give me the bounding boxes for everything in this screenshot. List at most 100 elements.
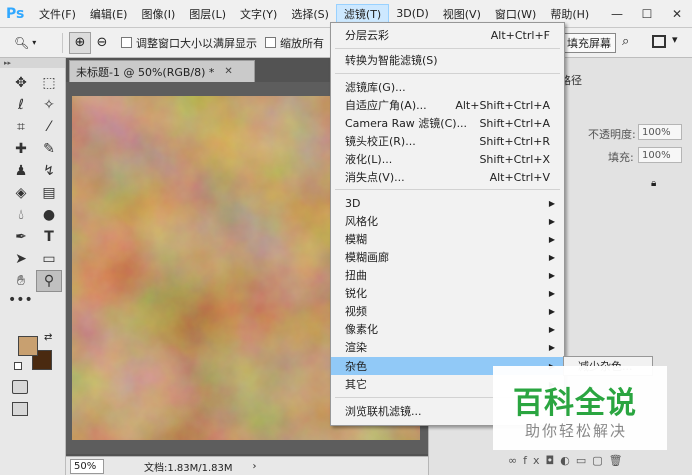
watermark-subtitle: 助你轻松解决 — [525, 422, 628, 440]
foreground-color-swatch[interactable] — [18, 336, 38, 356]
shape-tool-icon[interactable]: ▭ — [36, 248, 62, 270]
quick-mask-icon[interactable] — [12, 380, 28, 394]
menu-layer[interactable]: 图层(L) — [182, 4, 233, 24]
eraser-tool-icon[interactable]: ◈ — [8, 182, 34, 204]
dodge-tool-icon[interactable]: ● — [36, 204, 62, 226]
chevron-down-icon: ▾ — [32, 38, 37, 47]
menu-item-vanishing-point[interactable]: 消失点(V)... Alt+Ctrl+V — [331, 168, 564, 186]
type-tool-icon[interactable]: T — [36, 226, 62, 248]
zoom-icon: 🔍︎ — [14, 35, 30, 50]
gradient-tool-icon[interactable]: ▤ — [36, 182, 62, 204]
menu-item-render[interactable]: 渲染 ▶ — [331, 338, 564, 356]
healing-brush-tool-icon[interactable]: ✚ — [8, 138, 34, 160]
layers-panel-buttons[interactable]: ∞fx◘◐▭▢🗑︎ — [508, 454, 629, 467]
menu-item-lens-correction[interactable]: 镜头校正(R)... Shift+Ctrl+R — [331, 132, 564, 150]
zoom-all-label: 缩放所有 — [280, 36, 324, 50]
menu-item-camera-raw[interactable]: Camera Raw 滤镜(C)... Shift+Ctrl+A — [331, 114, 564, 132]
menu-separator — [335, 48, 560, 49]
menu-3d[interactable]: 3D(D) — [389, 4, 436, 24]
submenu-arrow-icon: ▶ — [548, 288, 555, 298]
zoom-level-field[interactable]: 50% — [70, 458, 104, 474]
watermark-title: 百科全说 — [513, 386, 637, 421]
menu-filter[interactable]: 滤镜(T) — [335, 3, 390, 24]
minimize-icon[interactable]: — — [602, 0, 632, 28]
opacity-field[interactable]: 100% — [638, 124, 682, 140]
tool-preset-picker[interactable]: 🔍︎ ▾ — [14, 32, 56, 54]
tools-panel-header[interactable]: ▸▸ — [0, 58, 65, 68]
close-icon[interactable]: ✕ — [224, 66, 232, 77]
clone-stamp-tool-icon[interactable]: ♟ — [8, 160, 34, 182]
menu-item-stylize[interactable]: 风格化 ▶ — [331, 212, 564, 230]
menu-item-blur[interactable]: 模糊 ▶ — [331, 230, 564, 248]
divider — [62, 32, 63, 53]
move-tool-icon[interactable]: ✥ — [8, 72, 34, 94]
opacity-label: 不透明度: — [588, 128, 636, 141]
menu-separator — [335, 189, 560, 190]
tools-panel: ▸▸ ✥ ⬚ ℓ ✧ ⌗ ⁄ ✚ ✎ ♟ ↯ ◈ ▤ 💧︎ ● ✒ T ➤ ▭ … — [0, 58, 66, 475]
menu-item-3d[interactable]: 3D ▶ — [331, 194, 564, 212]
blur-tool-icon[interactable]: 💧︎ — [8, 204, 34, 226]
status-bar: 50% 文档:1.83M/1.83M › — [66, 456, 438, 475]
zoom-out-button[interactable]: ⊖ — [91, 32, 113, 54]
submenu-arrow-icon: ▶ — [548, 216, 555, 226]
maximize-icon[interactable]: ☐ — [632, 0, 662, 28]
menu-file[interactable]: 文件(F) — [32, 4, 83, 24]
marquee-tool-icon[interactable]: ⬚ — [36, 72, 62, 94]
workspace-icon[interactable] — [652, 35, 666, 48]
magic-wand-tool-icon[interactable]: ✧ — [36, 94, 62, 116]
menu-item-pixelate[interactable]: 像素化 ▶ — [331, 320, 564, 338]
menu-window[interactable]: 窗口(W) — [488, 4, 543, 24]
menu-item-sharpen[interactable]: 锐化 ▶ — [331, 284, 564, 302]
zoom-all-checkbox[interactable] — [265, 37, 276, 48]
menu-item-liquify[interactable]: 液化(L)... Shift+Ctrl+X — [331, 150, 564, 168]
crop-tool-icon[interactable]: ⌗ — [8, 116, 34, 138]
menu-item-filter-gallery[interactable]: 滤镜库(G)... — [331, 78, 564, 96]
zoom-tool-icon[interactable]: ⚲ — [36, 270, 62, 292]
menu-item-video[interactable]: 视频 ▶ — [331, 302, 564, 320]
menu-help[interactable]: 帮助(H) — [543, 4, 596, 24]
hand-tool-icon[interactable]: ✋︎ — [8, 270, 34, 292]
menu-item-distort[interactable]: 扭曲 ▶ — [331, 266, 564, 284]
path-selection-tool-icon[interactable]: ➤ — [8, 248, 34, 270]
resize-window-checkbox[interactable] — [121, 37, 132, 48]
menu-item-clouds[interactable]: 分层云彩 Alt+Ctrl+F — [331, 26, 564, 44]
screen-mode-icon[interactable] — [12, 402, 28, 416]
photoshop-logo: Ps — [6, 5, 25, 22]
fill-screen-button[interactable]: 填充屏幕 — [562, 33, 616, 53]
menu-item-convert-smart-filter[interactable]: 转换为智能滤镜(S) — [331, 51, 564, 69]
default-colors-icon[interactable] — [14, 362, 22, 370]
submenu-arrow-icon: ▶ — [548, 270, 555, 280]
menu-view[interactable]: 视图(V) — [436, 4, 488, 24]
document-tab[interactable]: 未标题-1 @ 50%(RGB/8) * ✕ — [69, 60, 255, 82]
window-controls: — ☐ ✕ — [602, 0, 692, 28]
history-brush-tool-icon[interactable]: ↯ — [36, 160, 62, 182]
chevron-right-icon[interactable]: › — [253, 461, 257, 472]
submenu-arrow-icon: ▶ — [548, 324, 555, 334]
submenu-arrow-icon: ▶ — [548, 306, 555, 316]
menu-type[interactable]: 文字(Y) — [233, 4, 284, 24]
eyedropper-tool-icon[interactable]: ⁄ — [36, 116, 62, 138]
resize-window-label: 调整窗口大小以满屏显示 — [136, 36, 257, 50]
more-tools-icon[interactable]: ••• — [8, 292, 34, 310]
menu-item-blur-gallery[interactable]: 模糊画廊 ▶ — [331, 248, 564, 266]
menu-select[interactable]: 选择(S) — [284, 4, 336, 24]
fill-field[interactable]: 100% — [638, 147, 682, 163]
menu-item-adaptive-wide-angle[interactable]: 自适应广角(A)... Alt+Shift+Ctrl+A — [331, 96, 564, 114]
search-icon[interactable]: ⌕ — [622, 34, 629, 49]
submenu-arrow-icon: ▶ — [548, 198, 555, 208]
submenu-arrow-icon: ▶ — [548, 234, 555, 244]
submenu-arrow-icon: ▶ — [548, 252, 555, 262]
chevron-down-icon[interactable]: ▾ — [672, 33, 678, 46]
document-title: 未标题-1 @ 50%(RGB/8) * — [76, 65, 215, 79]
close-icon[interactable]: ✕ — [662, 0, 692, 28]
lasso-tool-icon[interactable]: ℓ — [8, 94, 34, 116]
zoom-in-button[interactable]: ⊕ — [69, 31, 91, 54]
menu-separator — [335, 73, 560, 74]
pen-tool-icon[interactable]: ✒ — [8, 226, 34, 248]
brush-tool-icon[interactable]: ✎ — [36, 138, 62, 160]
swap-colors-icon[interactable]: ⇄ — [44, 332, 52, 343]
menu-image[interactable]: 图像(I) — [134, 4, 182, 24]
watermark: 百科全说 助你轻松解决 — [493, 366, 667, 450]
lock-icon: 🔒︎ — [651, 178, 657, 189]
menu-edit[interactable]: 编辑(E) — [83, 4, 135, 24]
